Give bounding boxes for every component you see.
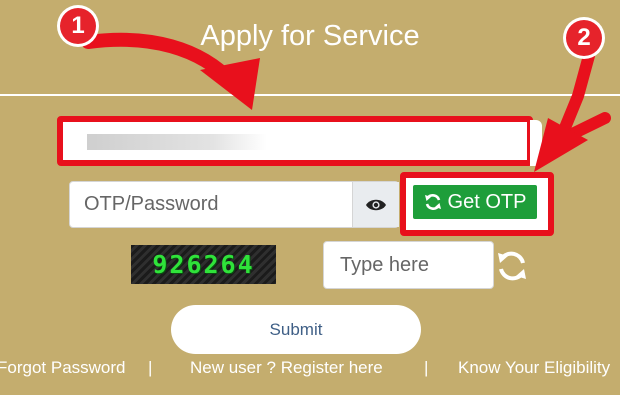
annotation-badge-1: 1 [60, 8, 96, 44]
annotation-badge-2: 2 [566, 20, 602, 56]
annotation-arrows [81, 32, 611, 172]
